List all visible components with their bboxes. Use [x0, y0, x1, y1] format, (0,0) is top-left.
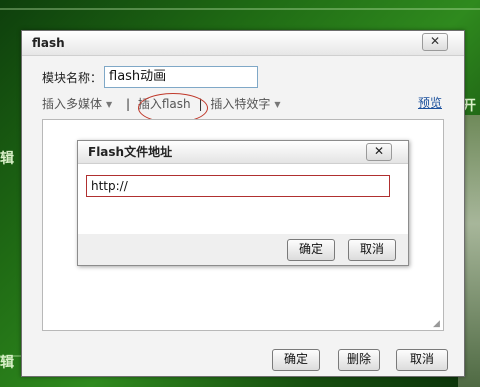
toolbar-divider: |: [126, 97, 131, 111]
chevron-down-icon[interactable]: ▼: [106, 96, 112, 114]
dialog-title: flash: [32, 36, 65, 50]
delete-button[interactable]: 删除: [338, 349, 380, 371]
insert-effects-menu[interactable]: 插入特效字: [210, 95, 270, 113]
close-icon[interactable]: ✕: [366, 143, 392, 161]
url-ok-button[interactable]: 确定: [287, 239, 335, 261]
url-cancel-button[interactable]: 取消: [348, 239, 396, 261]
ok-button[interactable]: 确定: [272, 349, 320, 371]
subdialog-title: Flash文件地址: [88, 145, 173, 159]
close-icon[interactable]: ✕: [422, 33, 448, 51]
subdialog-body: http://: [78, 164, 408, 234]
chevron-down-icon[interactable]: ▼: [274, 96, 280, 114]
background-text: 辑: [0, 151, 14, 167]
resize-grip-icon[interactable]: ◢: [433, 320, 441, 329]
module-name-label: 模块名称：: [42, 71, 103, 85]
background-band-top: [0, 8, 480, 10]
dialog-titlebar: flash ✕: [22, 31, 464, 56]
background-text: 辑: [0, 355, 14, 371]
cancel-button[interactable]: 取消: [396, 349, 448, 371]
insert-media-menu[interactable]: 插入多媒体: [42, 95, 102, 113]
module-name-input[interactable]: flash动画: [104, 66, 258, 88]
preview-link[interactable]: 预览: [418, 94, 442, 111]
flash-url-dialog: Flash文件地址 ✕ http:// 确定 取消: [77, 140, 409, 266]
flash-url-input[interactable]: http://: [86, 175, 390, 197]
subdialog-titlebar: Flash文件地址 ✕: [78, 141, 408, 164]
